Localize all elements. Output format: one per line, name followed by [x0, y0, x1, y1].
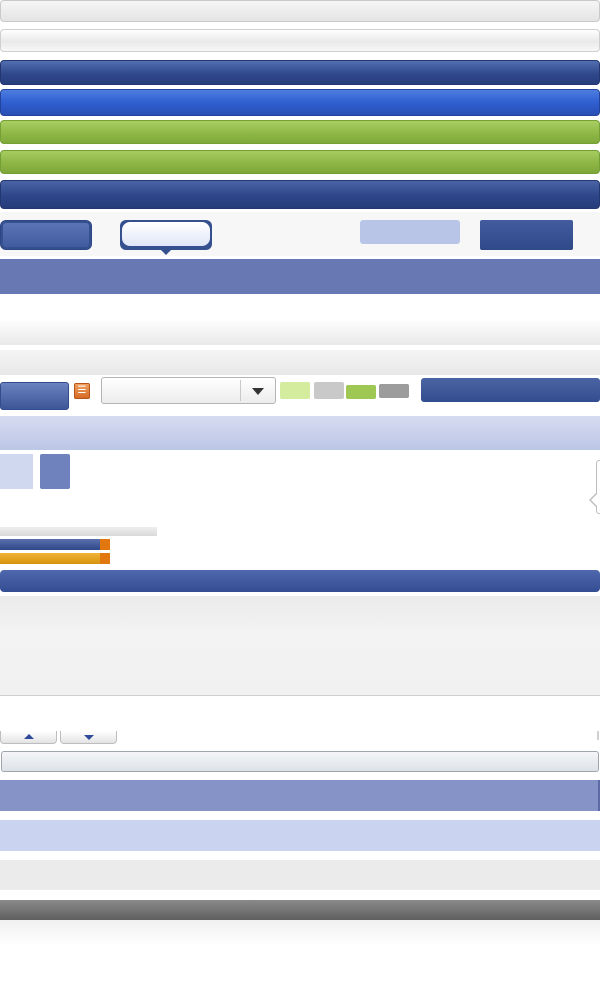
divider-mark: [597, 731, 599, 740]
color-swatch-light-green[interactable]: [280, 382, 310, 399]
shadow-fade: [0, 920, 600, 946]
dropdown-select[interactable]: [101, 377, 276, 404]
progress-track-empty: [0, 527, 157, 536]
light-grey-strip: [0, 350, 600, 375]
chevron-down-icon[interactable]: [252, 388, 264, 395]
blue-footer-bar: [0, 570, 600, 592]
color-swatch-grey[interactable]: [379, 384, 409, 398]
green-bar-alt: [0, 150, 600, 174]
blue-square-button[interactable]: [40, 454, 70, 489]
text-input-field[interactable]: [1, 751, 599, 772]
purple-banner: [0, 259, 600, 294]
triangle-up-icon: [24, 734, 34, 739]
light-square-button[interactable]: [0, 454, 33, 489]
feed-icon[interactable]: ☰: [74, 383, 90, 399]
callout-pointer-inner: [591, 494, 597, 506]
periwinkle-bar: [0, 780, 600, 811]
light-gradient-bar: [0, 318, 600, 345]
grey-content-panel: [0, 596, 600, 696]
progress-fill-yellow: [0, 553, 100, 564]
tab-normal[interactable]: [0, 220, 92, 250]
blue-title-bar: [0, 60, 600, 85]
color-swatch-light-grey[interactable]: [314, 382, 344, 399]
lavender-header-bar: [0, 416, 600, 450]
blue-button[interactable]: [0, 382, 69, 410]
tab-dark[interactable]: [480, 220, 573, 250]
dropdown-divider: [240, 380, 241, 401]
pale-grey-bar: [0, 860, 600, 890]
bright-blue-bar: [0, 89, 600, 116]
wide-blue-button[interactable]: [421, 378, 600, 402]
tab-light[interactable]: [360, 220, 460, 244]
progress-fill-blue: [0, 539, 100, 550]
triangle-down-icon: [84, 735, 94, 740]
green-bar: [0, 120, 600, 144]
blue-section-bar: [0, 180, 600, 209]
pale-blue-bar: [0, 820, 600, 851]
tab-selected-highlight: [122, 222, 210, 246]
color-swatch-green[interactable]: [346, 385, 376, 399]
light-grey-bar: [0, 29, 600, 52]
grey-header-bar: [0, 0, 600, 22]
tab-pointer-icon: [160, 249, 172, 255]
dark-grey-bar: [0, 900, 600, 920]
